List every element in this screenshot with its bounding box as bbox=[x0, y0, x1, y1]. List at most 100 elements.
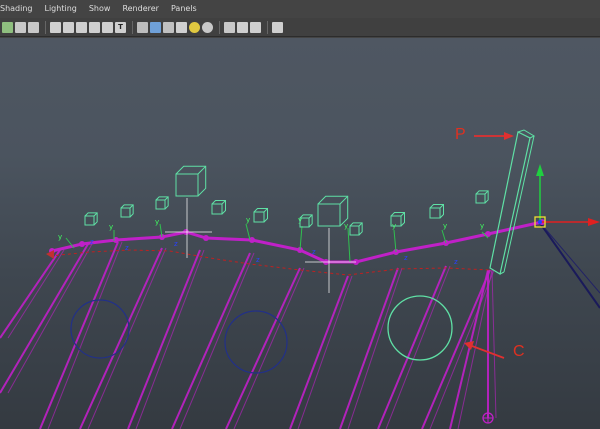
locator-cube bbox=[349, 225, 360, 236]
hair-strand bbox=[339, 267, 399, 429]
gate-mask-icon[interactable] bbox=[89, 21, 100, 33]
panel-menubar: Shading Lighting Show Renderer Panels bbox=[0, 0, 600, 18]
xray-components-icon[interactable] bbox=[272, 21, 283, 33]
hair-strand bbox=[7, 249, 65, 339]
hair-strand bbox=[0, 249, 61, 339]
toolbar-separator bbox=[219, 20, 220, 34]
large-cube-edge bbox=[197, 165, 207, 175]
xray-icon[interactable] bbox=[237, 21, 248, 33]
plane-object-p[interactable] bbox=[489, 129, 536, 275]
textured-icon[interactable] bbox=[176, 21, 187, 33]
locator-cube-edge bbox=[263, 208, 268, 213]
hair-strand bbox=[47, 241, 123, 429]
use-all-lights-icon[interactable] bbox=[189, 21, 200, 33]
toolbar-separator bbox=[132, 20, 133, 34]
axis-y-label: y bbox=[246, 216, 250, 224]
axis-y-label: y bbox=[109, 223, 113, 231]
locator-cube bbox=[211, 203, 223, 215]
locator-cube bbox=[475, 193, 486, 204]
plane-p-edge bbox=[503, 135, 535, 273]
wireframe-on-shaded-icon[interactable] bbox=[163, 21, 174, 33]
hair-strand bbox=[135, 249, 205, 429]
menu-renderer[interactable]: Renderer bbox=[116, 0, 165, 18]
axis-z-label: z bbox=[454, 258, 458, 266]
resolution-gate-icon[interactable] bbox=[76, 21, 87, 33]
grid-icon[interactable] bbox=[50, 21, 61, 33]
annotation-p: P bbox=[455, 126, 466, 143]
hair-strand bbox=[347, 267, 403, 429]
bookmark-icon[interactable] bbox=[15, 21, 26, 33]
wireframe-icon[interactable] bbox=[137, 21, 148, 33]
axis-y-label: y bbox=[480, 222, 484, 230]
axis-z-label: z bbox=[312, 248, 316, 256]
hair-strand bbox=[297, 275, 353, 429]
dark-strand bbox=[541, 224, 600, 294]
axis-stem bbox=[299, 225, 303, 251]
circle-controls[interactable] bbox=[70, 295, 453, 374]
axis-y-label: y bbox=[155, 218, 159, 226]
menu-shading[interactable]: Shading bbox=[0, 0, 39, 18]
manip-x-head bbox=[588, 218, 600, 226]
axis-z-label: z bbox=[404, 254, 408, 262]
plane-p-top bbox=[517, 129, 536, 139]
axis-y-label: y bbox=[58, 233, 62, 241]
curve-cv bbox=[203, 235, 209, 241]
toolbar-separator bbox=[267, 20, 268, 34]
hair-strand bbox=[377, 265, 447, 429]
hair-strand bbox=[179, 252, 255, 429]
guide-curve-line bbox=[51, 220, 543, 264]
shadows-icon[interactable] bbox=[202, 21, 213, 33]
arrow-to-p-head bbox=[504, 132, 514, 140]
large-cube-edge bbox=[339, 195, 349, 205]
axis-y-label: y bbox=[443, 222, 447, 230]
hair-strand bbox=[491, 269, 497, 419]
locator-cube bbox=[120, 207, 131, 218]
axis-stem bbox=[245, 223, 251, 241]
smooth-shade-icon[interactable] bbox=[150, 21, 161, 33]
menu-show[interactable]: Show bbox=[83, 0, 117, 18]
locator-cube-edge bbox=[221, 200, 226, 205]
move-manipulator[interactable] bbox=[482, 164, 600, 424]
hair-strands bbox=[0, 222, 600, 429]
plane-p-front bbox=[489, 131, 531, 275]
safe-action-icon[interactable] bbox=[102, 21, 113, 33]
hair-strand bbox=[127, 249, 201, 429]
xray-joints-icon[interactable] bbox=[250, 21, 261, 33]
locator-cube bbox=[429, 207, 441, 219]
camera-attributes-icon[interactable] bbox=[2, 21, 13, 33]
scene-canvas[interactable]: yyy y yy y y yzz zzzz z bbox=[0, 38, 600, 429]
locator-cubes[interactable] bbox=[84, 165, 489, 293]
dynamic-curve-line bbox=[49, 249, 493, 276]
menu-panels[interactable]: Panels bbox=[165, 0, 203, 18]
manip-y-head bbox=[536, 164, 544, 176]
image-plane-icon[interactable] bbox=[28, 21, 39, 33]
axis-stem bbox=[393, 229, 397, 253]
hair-strand bbox=[79, 247, 163, 429]
annotation-c: C bbox=[513, 343, 525, 360]
axis-y-label: y bbox=[344, 222, 348, 230]
locator-cube-edge bbox=[439, 204, 444, 209]
large-cube bbox=[175, 173, 199, 197]
maya-viewport-panel: Shading Lighting Show Renderer Panels T … bbox=[0, 0, 600, 429]
menu-lighting[interactable]: Lighting bbox=[39, 0, 83, 18]
3d-viewport[interactable]: yyyyyyyyyzzzzzzz P C bbox=[0, 38, 600, 429]
dark-strand bbox=[539, 222, 600, 309]
panel-toolbar: T bbox=[0, 18, 600, 37]
hair-strand bbox=[233, 267, 305, 429]
circle-control bbox=[70, 299, 130, 359]
hair-strand bbox=[457, 269, 493, 429]
film-gate-icon[interactable] bbox=[63, 21, 74, 33]
axis-z-label: z bbox=[256, 256, 260, 264]
locator-cube bbox=[253, 211, 265, 223]
hair-strand bbox=[289, 275, 349, 429]
hair-strand bbox=[385, 265, 451, 429]
safe-title-icon[interactable]: T bbox=[115, 21, 126, 33]
axis-z-label: z bbox=[174, 240, 178, 248]
locator-cube-edge bbox=[400, 212, 405, 217]
locator-cube bbox=[84, 215, 95, 226]
isolate-select-icon[interactable] bbox=[224, 21, 235, 33]
axis-z-label: z bbox=[90, 238, 94, 246]
manip-z bbox=[538, 220, 542, 224]
guide-curve[interactable] bbox=[49, 219, 545, 265]
axis-z-label: z bbox=[125, 244, 129, 252]
